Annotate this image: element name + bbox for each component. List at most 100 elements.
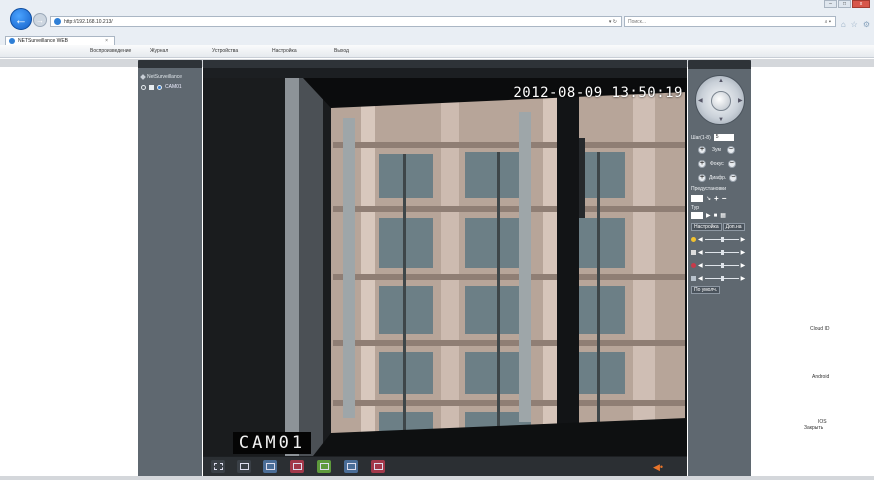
search-icon[interactable]: ⌕ ▾ xyxy=(825,19,831,25)
contrast-decrease-icon[interactable]: ◀ xyxy=(698,249,703,256)
hue-increase-icon[interactable]: ▶ xyxy=(741,275,746,282)
brightness-increase-icon[interactable]: ▶ xyxy=(741,236,746,243)
menu-devices[interactable]: Устройства xyxy=(212,48,238,54)
saturation-slider[interactable]: ◀ ▶ xyxy=(691,262,745,269)
tour-grid-icon[interactable]: ▦ xyxy=(720,212,726,219)
talk-button[interactable] xyxy=(344,460,358,473)
layout-button[interactable] xyxy=(317,460,331,473)
brightness-decrease-icon[interactable]: ◀ xyxy=(698,236,703,243)
camera-label: CAM01 xyxy=(165,84,182,90)
zoom-out-button[interactable]: − xyxy=(726,146,735,154)
contrast-track[interactable] xyxy=(704,250,739,255)
menu-playback[interactable]: Воспроизведение xyxy=(90,48,131,54)
focus-in-button[interactable]: + xyxy=(698,160,706,168)
preset-input[interactable] xyxy=(691,195,703,202)
forward-arrow-icon: → xyxy=(36,15,44,25)
ptz-left-icon[interactable]: ◀ xyxy=(698,97,703,104)
tab-color-settings[interactable]: Настройка xyxy=(691,223,722,231)
contrast-icon xyxy=(691,250,696,255)
iris-row: + Диафр. − xyxy=(698,174,738,182)
focus-out-button[interactable]: − xyxy=(727,160,736,168)
tab-strip: NETSurveillance WEB × xyxy=(0,36,874,45)
forward-button[interactable]: → xyxy=(33,13,47,27)
ptz-center-button[interactable] xyxy=(711,91,731,111)
ptz-up-icon[interactable]: ▲ xyxy=(718,78,724,84)
menu-log[interactable]: Журнал xyxy=(150,48,168,54)
fullscreen-icon xyxy=(213,463,223,470)
search-input[interactable]: Поиск... ⌕ ▾ xyxy=(624,16,836,27)
close-link[interactable]: Закрыть xyxy=(804,425,823,431)
tour-input[interactable] xyxy=(691,212,703,219)
tab-netsurveillance[interactable]: NETSurveillance WEB × xyxy=(5,36,115,45)
camera-connect-icon[interactable] xyxy=(141,84,146,90)
address-row: ← → http://192.168.10.213/ ▾ ↻ Поиск... … xyxy=(0,6,874,34)
tab-close-icon[interactable]: × xyxy=(105,38,108,44)
playback-button[interactable] xyxy=(371,460,385,473)
camera-stream-icon[interactable] xyxy=(149,84,154,90)
ptz-direction-pad[interactable]: ▲ ▼ ◀ ▶ xyxy=(695,75,745,125)
home-icon[interactable]: ⌂ xyxy=(841,20,846,29)
refresh-icon[interactable]: ▾ ↻ xyxy=(609,19,617,25)
device-tree-root[interactable]: NetSurveillance xyxy=(140,74,202,80)
layout-icon xyxy=(319,463,329,470)
ptz-panel: ▲ ▼ ◀ ▶ Шаг(1-8) 5 + Зум − + Фокус − + Д… xyxy=(688,60,751,476)
focus-row: + Фокус − xyxy=(698,160,736,168)
fullscreen-button[interactable] xyxy=(211,460,225,473)
iris-open-button[interactable]: + xyxy=(698,174,706,182)
snapshot-icon xyxy=(292,463,302,470)
window-icon xyxy=(239,463,249,470)
tour-stop-icon[interactable]: ■ xyxy=(714,213,718,219)
ptz-right-icon[interactable]: ▶ xyxy=(738,97,743,104)
default-button[interactable]: По умолч. xyxy=(691,286,721,294)
video-view[interactable]: 2012-08-09 13:50:19 CAM01 xyxy=(203,78,687,456)
main-menu: Воспроизведение Журнал Устройства Настро… xyxy=(0,45,874,58)
speaker-icon[interactable]: ◀• xyxy=(653,462,667,472)
back-button[interactable]: ← xyxy=(10,8,32,30)
brightness-slider[interactable]: ◀ ▶ xyxy=(691,236,745,243)
menu-settings[interactable]: Настройка xyxy=(272,48,297,54)
brightness-track[interactable] xyxy=(704,237,739,242)
tab-title: NETSurveillance WEB xyxy=(18,38,69,44)
contrast-increase-icon[interactable]: ▶ xyxy=(741,249,746,256)
saturation-track[interactable] xyxy=(704,263,739,268)
zoom-row: + Зум − xyxy=(698,146,735,154)
device-tree-header xyxy=(138,60,202,68)
menu-exit[interactable]: Выход xyxy=(334,48,349,54)
address-bar[interactable]: http://192.168.10.213/ ▾ ↻ xyxy=(50,16,622,27)
preset-remove-icon[interactable]: − xyxy=(722,194,727,203)
zoom-in-button[interactable]: + xyxy=(698,146,706,154)
android-link[interactable]: Android xyxy=(812,374,829,380)
ptz-down-icon[interactable]: ▼ xyxy=(718,117,724,123)
tab-extra[interactable]: Доп.на xyxy=(722,223,745,231)
favorites-icon[interactable]: ☆ xyxy=(851,20,858,29)
device-icon xyxy=(140,74,146,80)
tour-controls: ▶ ■ ▦ xyxy=(691,212,726,219)
page-bottom-bar xyxy=(0,476,874,480)
hue-knob[interactable] xyxy=(720,276,724,281)
preset-goto-icon[interactable]: ↘ xyxy=(706,195,711,202)
hue-decrease-icon[interactable]: ◀ xyxy=(698,275,703,282)
hue-track[interactable] xyxy=(704,276,739,281)
saturation-increase-icon[interactable]: ▶ xyxy=(741,262,746,269)
brightness-knob[interactable] xyxy=(720,237,724,242)
saturation-decrease-icon[interactable]: ◀ xyxy=(698,262,703,269)
tour-play-icon[interactable]: ▶ xyxy=(706,212,711,219)
preset-add-icon[interactable]: + xyxy=(714,194,719,203)
preset-label-row: Предустановки xyxy=(691,186,726,192)
snapshot-button[interactable] xyxy=(290,460,304,473)
gear-icon[interactable]: ⚙ xyxy=(863,20,870,29)
iris-label: Диафр. xyxy=(709,175,727,181)
cloud-id-link[interactable]: Cloud ID xyxy=(810,326,829,332)
camera-status-icon xyxy=(157,84,162,90)
window-button[interactable] xyxy=(237,460,251,473)
saturation-knob[interactable] xyxy=(720,263,724,268)
iris-close-button[interactable]: − xyxy=(729,174,738,182)
hue-icon xyxy=(691,276,696,281)
contrast-knob[interactable] xyxy=(720,250,724,255)
step-select[interactable]: 5 xyxy=(713,134,734,141)
step-row: Шаг(1-8) 5 xyxy=(691,134,734,141)
record-button[interactable] xyxy=(263,460,277,473)
hue-slider[interactable]: ◀ ▶ xyxy=(691,275,745,282)
camera-item-cam01[interactable]: CAM01 xyxy=(141,84,202,90)
contrast-slider[interactable]: ◀ ▶ xyxy=(691,249,745,256)
